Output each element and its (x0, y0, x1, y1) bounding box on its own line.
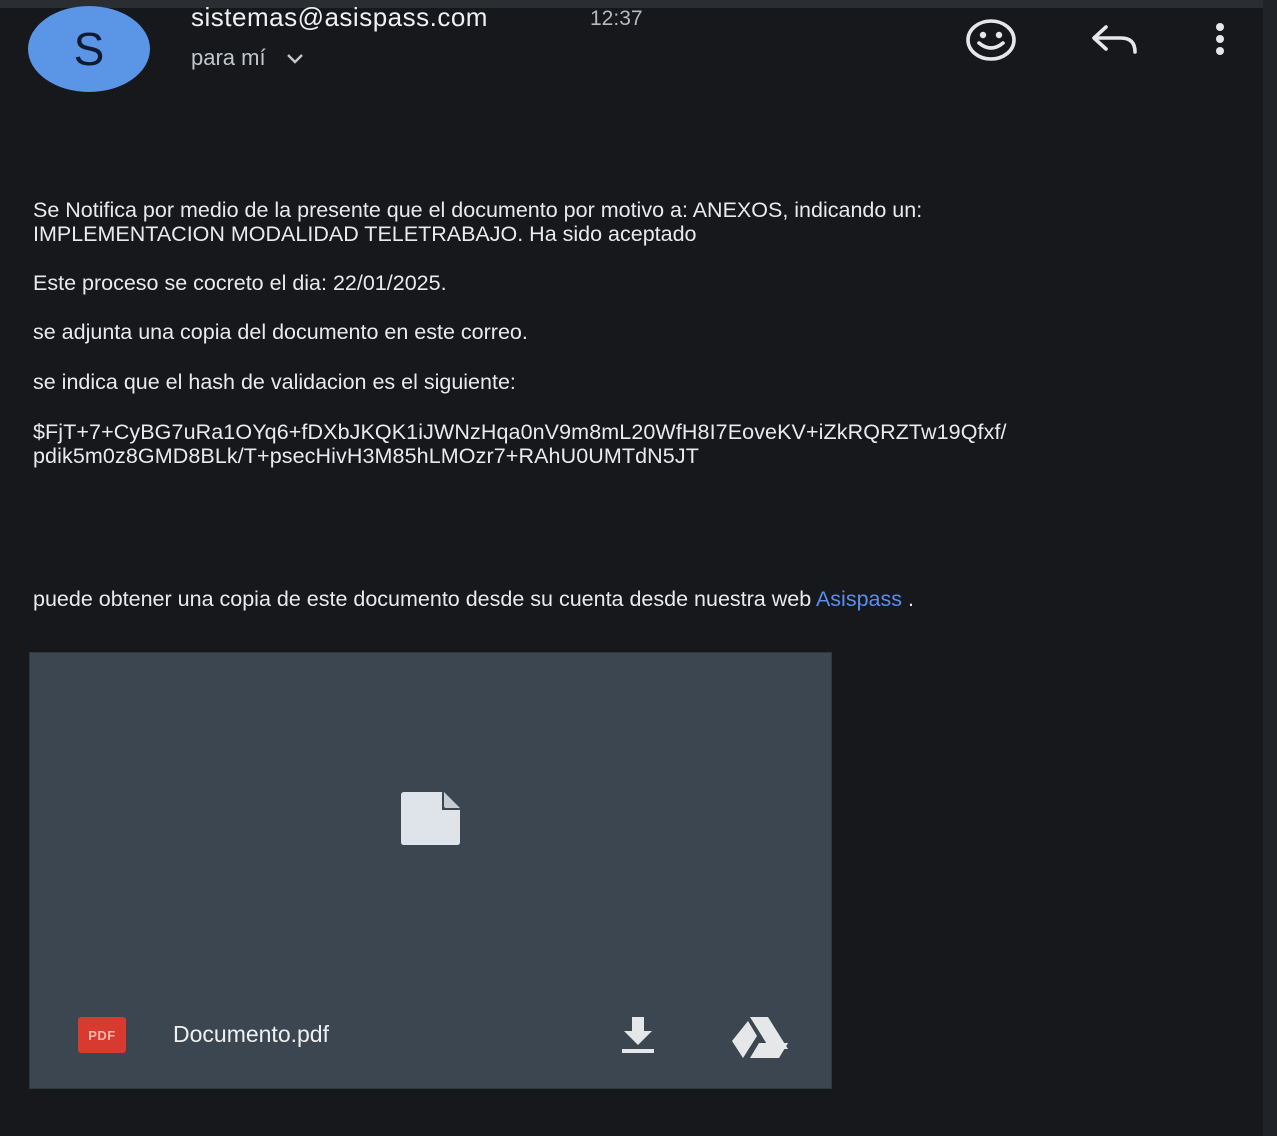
validation-hash: $FjT+7+CyBG7uRa1OYq6+fDXbJKQK1iJWNzHqa0n… (33, 420, 1248, 468)
more-vert-icon (1216, 23, 1224, 55)
notification-paragraph: Se Notifica por medio de la presente que… (33, 198, 1248, 246)
smiley-icon (966, 19, 1016, 61)
notification-line-1: Se Notifica por medio de la presente que… (33, 198, 923, 222)
pdf-type-badge: PDF (78, 1017, 126, 1053)
file-icon (401, 792, 460, 845)
hash-line-2: pdik5m0z8GMD8BLk/T+psecHivH3M85hLMOzr7+R… (33, 444, 699, 468)
recipient-toggle[interactable]: para mí (191, 45, 306, 71)
emoji-reaction-button[interactable] (963, 14, 1019, 66)
asispass-link[interactable]: Asispass (816, 587, 902, 611)
attachment-filename[interactable]: Documento.pdf (173, 1021, 329, 1048)
notification-line-2: IMPLEMENTACION MODALIDAD TELETRABAJO. Ha… (33, 222, 697, 246)
message-time: 12:37 (590, 7, 643, 30)
hash-line-1: $FjT+7+CyBG7uRa1OYq6+fDXbJKQK1iJWNzHqa0n… (33, 420, 1007, 444)
download-icon[interactable] (616, 1013, 660, 1057)
web-copy-text: puede obtener una copia de este document… (33, 587, 816, 611)
reply-icon (1092, 25, 1137, 54)
process-date-paragraph: Este proceso se cocreto el dia: 22/01/20… (33, 271, 447, 295)
reply-button[interactable] (1087, 14, 1143, 66)
chevron-down-icon (286, 54, 303, 64)
sender-address[interactable]: sistemas@asispass.com (191, 2, 488, 33)
attachment-note-paragraph: se adjunta una copia del documento en es… (33, 320, 528, 344)
drive-icon[interactable] (730, 1015, 790, 1059)
attachment-card[interactable]: PDF Documento.pdf (29, 652, 832, 1089)
email-view: S sistemas@asispass.com 12:37 para mí Se… (0, 0, 1277, 1136)
web-copy-suffix: . (902, 587, 914, 611)
web-copy-paragraph: puede obtener una copia de este document… (33, 587, 1248, 611)
scroll-edge (1263, 0, 1277, 1136)
hash-intro-paragraph: se indica que el hash de validacion es e… (33, 370, 516, 394)
recipient-label: para mí (191, 45, 266, 70)
more-options-button[interactable] (1192, 14, 1248, 66)
sender-avatar[interactable]: S (28, 6, 150, 92)
